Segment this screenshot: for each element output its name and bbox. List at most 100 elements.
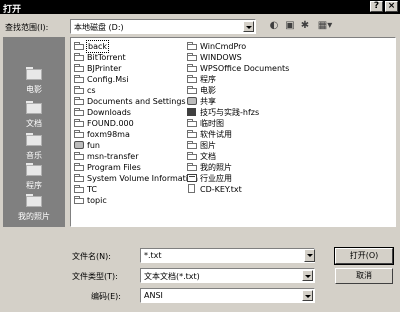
cancel-button[interactable]: 取消: [335, 268, 393, 284]
file-list-item[interactable]: WinCmdPro: [187, 41, 393, 52]
file-list-item[interactable]: WINDOWS: [187, 52, 393, 63]
file-list-item[interactable]: FOUND.000: [74, 118, 186, 129]
file-list-item[interactable]: Downloads: [74, 107, 186, 118]
file-name: 程序: [200, 75, 216, 84]
filename-dropdown[interactable]: [303, 248, 315, 263]
folder-icon: [187, 42, 197, 50]
file-list-item[interactable]: TC: [74, 184, 186, 195]
file-name: 电影: [200, 86, 216, 95]
application-icon: [187, 174, 197, 182]
file-list-item[interactable]: 我的照片: [187, 162, 393, 173]
file-name: 文档: [200, 152, 216, 161]
folder-icon: [74, 42, 84, 50]
folder-icon: [74, 75, 84, 83]
file-list-item[interactable]: WPSOffice Documents: [187, 63, 393, 74]
file-list-item[interactable]: topic: [74, 195, 186, 206]
place-movies[interactable]: 电影: [3, 65, 65, 99]
file-name: WinCmdPro: [200, 42, 247, 51]
file-list-item[interactable]: 软件试用: [187, 129, 393, 140]
lookin-value: 本地磁盘 (D:): [74, 23, 124, 32]
file-list-item[interactable]: 技巧与实践-hfzs: [187, 107, 393, 118]
new-folder-icon[interactable]: ✱: [299, 20, 311, 32]
file-name: BJPrinter: [87, 64, 122, 73]
folder-icon: [74, 196, 84, 204]
file-list-item[interactable]: System Volume Information: [74, 173, 198, 184]
places-bar: 电影 文档 音乐 程序 我的照片: [3, 37, 65, 227]
file-name: 行业应用: [200, 174, 232, 183]
filetype-label: 文件类型(T):: [72, 272, 118, 281]
folder-icon: [74, 97, 84, 105]
file-list[interactable]: back BitTorrent BJPrinter Config.Msi cs Docum…: [70, 37, 396, 227]
encoding-label: 编码(E):: [91, 292, 121, 301]
filename-label: 文件名(N):: [72, 252, 111, 261]
file-name: 共享: [200, 97, 216, 106]
file-column-1: back BitTorrent BJPrinter Config.Msi cs Docum…: [74, 40, 198, 206]
open-button[interactable]: 打开(O): [334, 247, 394, 265]
folder-icon: [187, 119, 197, 127]
place-programs[interactable]: 程序: [3, 161, 65, 195]
filename-input[interactable]: *.txt: [140, 248, 315, 263]
file-list-item[interactable]: Program Files: [74, 162, 186, 173]
file-list-item[interactable]: BJPrinter: [74, 63, 186, 74]
folder-icon: [74, 174, 84, 182]
shared-folder-icon: [187, 97, 197, 105]
folder-icon: [74, 119, 84, 127]
file-list-item[interactable]: 文档: [187, 151, 393, 162]
chevron-down-icon[interactable]: [243, 21, 254, 32]
file-list-item[interactable]: 行业应用: [187, 173, 393, 184]
file-list-item[interactable]: 程序: [187, 74, 393, 85]
file-name: foxm98ma: [87, 130, 130, 139]
folder-icon: [187, 53, 197, 61]
file-name: msn-transfer: [87, 152, 139, 161]
shared-folder-icon: [74, 141, 84, 149]
file-name: CD-KEY.txt: [200, 185, 242, 194]
file-list-item[interactable]: back: [74, 40, 186, 53]
file-name: fun: [87, 141, 100, 150]
encoding-select[interactable]: ANSI: [140, 288, 315, 303]
file-list-item[interactable]: 电影: [187, 85, 393, 96]
file-list-item[interactable]: msn-transfer: [74, 151, 186, 162]
file-column-2: WinCmdPro WINDOWS WPSOffice Documents 程序电影共…: [187, 41, 393, 195]
place-music[interactable]: 音乐: [3, 131, 65, 165]
file-list-item[interactable]: foxm98ma: [74, 129, 186, 140]
file-name: Config.Msi: [87, 75, 129, 84]
close-button[interactable]: ×: [385, 1, 398, 12]
file-list-item[interactable]: cs: [74, 85, 186, 96]
window-title: 打开: [3, 5, 22, 15]
folder-icon: [26, 101, 42, 114]
place-documents[interactable]: 文档: [3, 99, 65, 133]
chevron-down-icon[interactable]: [302, 270, 313, 281]
file-list-item[interactable]: 临时图: [187, 118, 393, 129]
file-name: cs: [87, 86, 96, 95]
folder-icon: [187, 141, 197, 149]
folder-icon: [74, 64, 84, 72]
file-list-item[interactable]: fun: [74, 140, 186, 151]
folder-icon: [26, 163, 42, 176]
file-list-item[interactable]: BitTorrent: [74, 52, 186, 63]
view-menu-icon[interactable]: ▦▾: [316, 20, 334, 32]
file-list-item[interactable]: Config.Msi: [74, 74, 186, 85]
folder-icon: [187, 130, 197, 138]
file-name: TC: [87, 185, 98, 194]
help-button[interactable]: ?: [370, 1, 383, 12]
place-my-photos[interactable]: 我的照片: [3, 192, 65, 226]
file-name: topic: [87, 196, 107, 205]
back-icon[interactable]: ◐: [268, 20, 280, 32]
up-folder-icon[interactable]: ▣: [284, 20, 296, 32]
file-name: Documents and Settings: [87, 97, 186, 106]
file-list-item[interactable]: 图片: [187, 140, 393, 151]
file-name: BitTorrent: [87, 53, 126, 62]
file-list-item[interactable]: CD-KEY.txt: [187, 184, 393, 195]
chevron-down-icon[interactable]: [304, 249, 315, 262]
folder-icon: [74, 163, 84, 171]
file-list-item[interactable]: Documents and Settings: [74, 96, 186, 107]
chevron-down-icon[interactable]: [302, 290, 313, 301]
folder-icon: [74, 185, 84, 193]
folder-icon: [26, 67, 42, 80]
file-name: 临时图: [200, 119, 224, 128]
filetype-select[interactable]: 文本文档(*.txt): [140, 268, 315, 283]
folder-icon: [187, 75, 197, 83]
folder-icon: [187, 86, 197, 94]
lookin-combo[interactable]: 本地磁盘 (D:): [70, 19, 256, 34]
file-list-item[interactable]: 共享: [187, 96, 393, 107]
